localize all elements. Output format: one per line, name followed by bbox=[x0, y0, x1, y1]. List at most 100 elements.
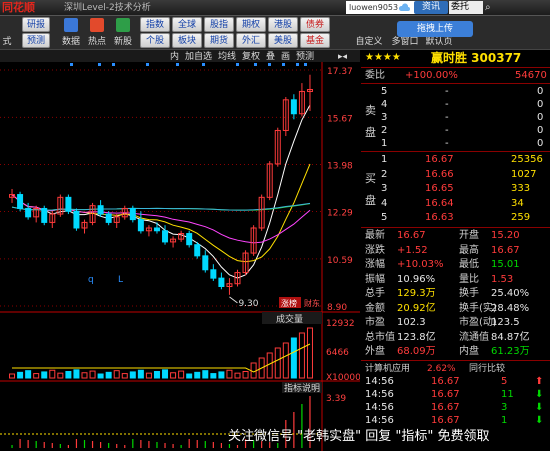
volume-bar bbox=[97, 373, 104, 379]
sector-button[interactable]: 板块 bbox=[172, 33, 202, 48]
stat-value2-1: 16.67 bbox=[491, 244, 520, 256]
sell-price-3: - bbox=[445, 112, 449, 123]
volume-bar bbox=[186, 373, 193, 379]
buy-level-2: 2 bbox=[381, 168, 388, 180]
title-bar: 同花顺 深圳Level-2技术分析 luowen9053 资讯 委托 ⌕ bbox=[0, 0, 550, 16]
toolbar-label-data[interactable]: 数据 bbox=[58, 36, 84, 48]
y-tick-5: 8.90 bbox=[327, 303, 347, 313]
stat-label2-0: 开盘 bbox=[459, 230, 479, 241]
candle bbox=[73, 208, 80, 231]
stat-label2-3: 量比 bbox=[459, 273, 479, 285]
info-button[interactable]: 资讯 bbox=[414, 1, 448, 14]
chart-tab-6: 预测 bbox=[296, 51, 314, 62]
volume-tab: 成交量 bbox=[276, 313, 303, 325]
toolbar-label-custom[interactable]: 自定义 bbox=[352, 36, 386, 48]
candle bbox=[194, 241, 201, 259]
single-stock-button[interactable]: 个股 bbox=[140, 33, 170, 48]
sell-price-2: - bbox=[445, 125, 449, 136]
y-tick-0: 17.37 bbox=[327, 67, 353, 77]
hk-stock-button[interactable]: 港股 bbox=[268, 17, 298, 32]
buy-volume-1: 25356 bbox=[511, 154, 543, 165]
y-tick-4: 10.59 bbox=[327, 256, 353, 266]
chart-tab-0: 内 bbox=[170, 50, 179, 62]
sell-price-5: - bbox=[445, 86, 449, 97]
stat-value-8: 68.09万 bbox=[397, 346, 436, 357]
stat-value2-4: 25.40% bbox=[491, 288, 530, 299]
weicha-value: 54670 bbox=[515, 70, 547, 81]
tick-time-1: 14:56 bbox=[365, 389, 394, 400]
stock-search-input[interactable]: 委托 bbox=[449, 1, 483, 14]
hotspot-icon[interactable] bbox=[90, 18, 104, 32]
tick-direction-icon-2: ⬇ bbox=[535, 402, 544, 413]
sell-volume-2: 0 bbox=[537, 125, 544, 136]
volume-bar bbox=[218, 371, 225, 379]
chart-nav-arrows: ▸◂ bbox=[338, 52, 348, 62]
tick-volume-2: 3 bbox=[501, 402, 508, 413]
stat-label2-2: 最低 bbox=[459, 259, 479, 270]
toolbar-label-style[interactable]: 式 bbox=[0, 36, 14, 48]
index-button[interactable]: 指数 bbox=[140, 17, 170, 32]
stat-label2-1: 最高 bbox=[459, 244, 479, 256]
stat-value-6: 102.3 bbox=[397, 317, 426, 328]
cloud-icon[interactable] bbox=[398, 2, 410, 12]
toolbar-label-ipo[interactable]: 新股 bbox=[110, 36, 136, 48]
chart-tab-4: 叠 bbox=[266, 51, 275, 62]
forecast-button[interactable]: 预测 bbox=[22, 33, 50, 48]
global-button[interactable]: 全球 bbox=[172, 17, 202, 32]
sell-price-4: - bbox=[445, 99, 449, 110]
forex-button[interactable]: 外汇 bbox=[236, 33, 266, 48]
industry-tab[interactable]: 计算机应用 bbox=[365, 363, 410, 375]
volume-bar bbox=[73, 369, 80, 379]
y-tick-3: 12.29 bbox=[327, 209, 353, 219]
volume-bar bbox=[137, 369, 144, 379]
stat-label-2: 涨幅 bbox=[365, 259, 385, 270]
sell-side-label: 卖盘 bbox=[365, 104, 376, 139]
stat-value-1: +1.52 bbox=[397, 244, 428, 256]
fund-button[interactable]: 基金 bbox=[300, 33, 330, 48]
stat-label-1: 涨跌 bbox=[365, 244, 385, 256]
futures-button[interactable]: 期货 bbox=[204, 33, 234, 48]
search-icon[interactable]: ⌕ bbox=[485, 1, 497, 14]
tick-price-3: 16.67 bbox=[431, 415, 460, 426]
stock-index-button[interactable]: 股指 bbox=[204, 17, 234, 32]
peer-compare-tab[interactable]: 同行比较 bbox=[469, 363, 505, 375]
toolbar-label-multiwindow[interactable]: 多窗口 bbox=[388, 36, 422, 48]
bond-button[interactable]: 债券 bbox=[300, 17, 330, 32]
sell-level-4: 4 bbox=[381, 99, 388, 110]
ipo-icon[interactable] bbox=[116, 18, 130, 32]
candle bbox=[41, 205, 48, 226]
options-button[interactable]: 期权 bbox=[236, 17, 266, 32]
y-tick-2: 13.98 bbox=[327, 161, 353, 171]
stat-value-3: 10.96% bbox=[397, 273, 436, 285]
sell-volume-4: 0 bbox=[537, 99, 544, 110]
badge-holders: 财东 bbox=[304, 298, 320, 308]
stat-value-5: 20.92亿 bbox=[397, 302, 436, 314]
main-toolbar: 研报 预测 式 数据 热点 新股 指数 全球 股指 期权 港股 债券 个股 板块… bbox=[0, 16, 550, 50]
tick-time-2: 14:56 bbox=[365, 402, 394, 413]
rating-stars: ★★★★ bbox=[365, 52, 401, 63]
stat-value-0: 16.67 bbox=[397, 230, 426, 241]
watermark-text: 关注微信号 "老韩实盘" 回复 "指标" 免费领取 bbox=[228, 429, 490, 444]
research-report-button[interactable]: 研报 bbox=[22, 17, 50, 32]
sell-level-3: 3 bbox=[381, 112, 388, 123]
buy-level-1: 1 bbox=[381, 154, 388, 165]
weibi-value: +100.00% bbox=[405, 70, 458, 81]
drag-upload-button[interactable]: 拖拽上传 bbox=[397, 21, 473, 37]
buy-price-2: 16.66 bbox=[425, 168, 454, 180]
volume-bar bbox=[65, 371, 72, 379]
volume-bar bbox=[25, 370, 32, 379]
us-stock-button[interactable]: 美股 bbox=[268, 33, 298, 48]
kline-chart[interactable]: 内加自选 均线 复权叠画预测 ▸◂ 9.30 q L 涨榜 财东 17.37 15.67 13.9… bbox=[0, 50, 360, 451]
stat-value-7: 123.8亿 bbox=[397, 331, 436, 343]
weibi-label: 委比 bbox=[365, 70, 385, 81]
buy-price-1: 16.67 bbox=[425, 154, 454, 165]
data-icon[interactable] bbox=[64, 18, 78, 32]
toolbar-label-hot[interactable]: 热点 bbox=[84, 36, 110, 48]
marker-l: L bbox=[118, 275, 123, 285]
volume-bar bbox=[202, 370, 209, 379]
tick-volume-3: 1 bbox=[501, 415, 508, 426]
sell-level-1: 1 bbox=[381, 138, 388, 149]
stat-label-0: 最新 bbox=[365, 230, 385, 241]
toolbar-label-default[interactable]: 默认页 bbox=[422, 36, 456, 48]
stat-value2-6: 123.5 bbox=[491, 317, 520, 328]
